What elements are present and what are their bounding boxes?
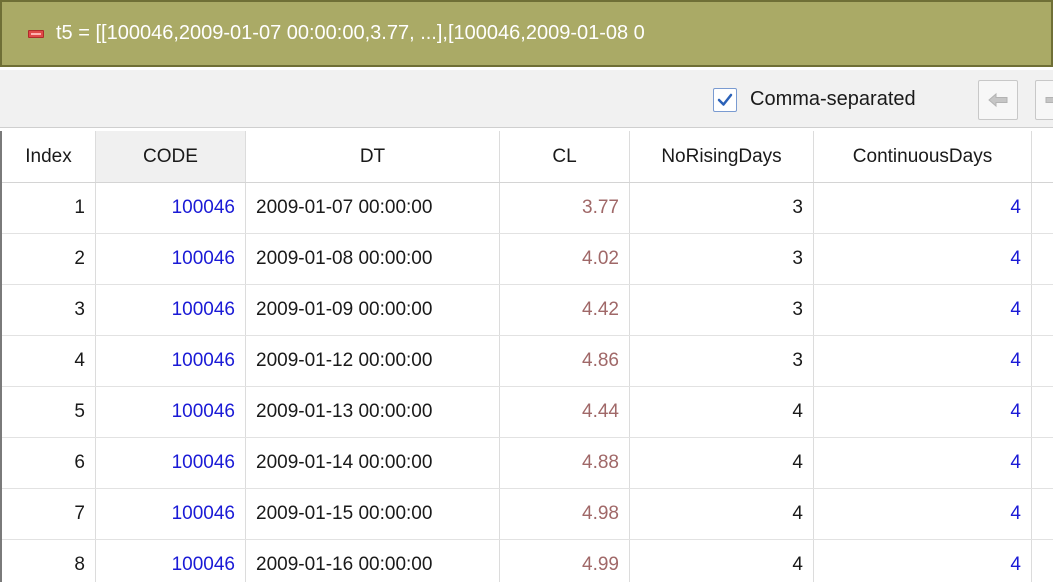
table-row[interactable]: 3 100046 2009-01-09 00:00:00 4.42 3 4 [2, 285, 1053, 336]
variable-title-bar[interactable]: t5 = [[100046,2009-01-07 00:00:00,3.77, … [0, 0, 1053, 67]
cell-cl: 4.86 [500, 336, 630, 386]
column-header-index[interactable]: Index [2, 131, 96, 182]
cell-no-rising-days: 3 [630, 285, 814, 335]
cell-continuous-days: 4 [814, 336, 1032, 386]
cell-continuous-days: 4 [814, 438, 1032, 488]
cell-cl: 4.99 [500, 540, 630, 582]
cell-dt: 2009-01-09 00:00:00 [246, 285, 500, 335]
cell-continuous-days: 4 [814, 387, 1032, 437]
table-row[interactable]: 6 100046 2009-01-14 00:00:00 4.88 4 4 [2, 438, 1053, 489]
cell-no-rising-days: 3 [630, 234, 814, 284]
table-row[interactable]: 8 100046 2009-01-16 00:00:00 4.99 4 4 [2, 540, 1053, 582]
comma-separated-checkbox[interactable] [713, 88, 737, 112]
cell-dt: 2009-01-12 00:00:00 [246, 336, 500, 386]
cell-no-rising-days: 4 [630, 387, 814, 437]
forward-button[interactable] [1035, 80, 1053, 120]
column-header-continuous-days[interactable]: ContinuousDays [814, 131, 1032, 182]
cell-cl: 4.88 [500, 438, 630, 488]
cell-no-rising-days: 3 [630, 336, 814, 386]
cell-dt: 2009-01-16 00:00:00 [246, 540, 500, 582]
cell-index: 6 [2, 438, 96, 488]
arrow-left-icon [988, 92, 1008, 108]
cell-code: 100046 [96, 234, 246, 284]
cell-index: 5 [2, 387, 96, 437]
cell-dt: 2009-01-15 00:00:00 [246, 489, 500, 539]
table-row[interactable]: 1 100046 2009-01-07 00:00:00 3.77 3 4 [2, 183, 1053, 234]
cell-cl: 4.98 [500, 489, 630, 539]
cell-code: 100046 [96, 336, 246, 386]
collapse-icon[interactable] [28, 29, 44, 38]
cell-code: 100046 [96, 540, 246, 582]
cell-code: 100046 [96, 285, 246, 335]
column-header-dt[interactable]: DT [246, 131, 500, 182]
cell-continuous-days: 4 [814, 183, 1032, 233]
cell-no-rising-days: 4 [630, 540, 814, 582]
cell-cl: 4.44 [500, 387, 630, 437]
cell-dt: 2009-01-07 00:00:00 [246, 183, 500, 233]
cell-dt: 2009-01-13 00:00:00 [246, 387, 500, 437]
cell-cl: 3.77 [500, 183, 630, 233]
cell-index: 8 [2, 540, 96, 582]
variable-title: t5 = [[100046,2009-01-07 00:00:00,3.77, … [56, 22, 645, 44]
cell-cl: 4.02 [500, 234, 630, 284]
table-row[interactable]: 5 100046 2009-01-13 00:00:00 4.44 4 4 [2, 387, 1053, 438]
cell-no-rising-days: 4 [630, 438, 814, 488]
cell-code: 100046 [96, 387, 246, 437]
cell-continuous-days: 4 [814, 489, 1032, 539]
cell-continuous-days: 4 [814, 540, 1032, 582]
cell-dt: 2009-01-14 00:00:00 [246, 438, 500, 488]
table-row[interactable]: 7 100046 2009-01-15 00:00:00 4.98 4 4 [2, 489, 1053, 540]
back-button[interactable] [978, 80, 1018, 120]
column-header-no-rising-days[interactable]: NoRisingDays [630, 131, 814, 182]
cell-code: 100046 [96, 489, 246, 539]
cell-cl: 4.42 [500, 285, 630, 335]
cell-index: 4 [2, 336, 96, 386]
cell-index: 7 [2, 489, 96, 539]
checkmark-icon [717, 93, 733, 106]
cell-continuous-days: 4 [814, 234, 1032, 284]
cell-no-rising-days: 3 [630, 183, 814, 233]
cell-dt: 2009-01-08 00:00:00 [246, 234, 500, 284]
table-row[interactable]: 2 100046 2009-01-08 00:00:00 4.02 3 4 [2, 234, 1053, 285]
data-grid: Index CODE DT CL NoRisingDays Continuous… [0, 131, 1053, 582]
table-row[interactable]: 4 100046 2009-01-12 00:00:00 4.86 3 4 [2, 336, 1053, 387]
cell-index: 1 [2, 183, 96, 233]
cell-index: 3 [2, 285, 96, 335]
cell-code: 100046 [96, 438, 246, 488]
cell-index: 2 [2, 234, 96, 284]
column-header-code[interactable]: CODE [96, 131, 246, 182]
grid-header: Index CODE DT CL NoRisingDays Continuous… [2, 131, 1053, 183]
cell-no-rising-days: 4 [630, 489, 814, 539]
cell-continuous-days: 4 [814, 285, 1032, 335]
column-header-cl[interactable]: CL [500, 131, 630, 182]
comma-separated-label: Comma-separated [750, 88, 916, 110]
arrow-right-icon [1045, 97, 1053, 103]
cell-code: 100046 [96, 183, 246, 233]
